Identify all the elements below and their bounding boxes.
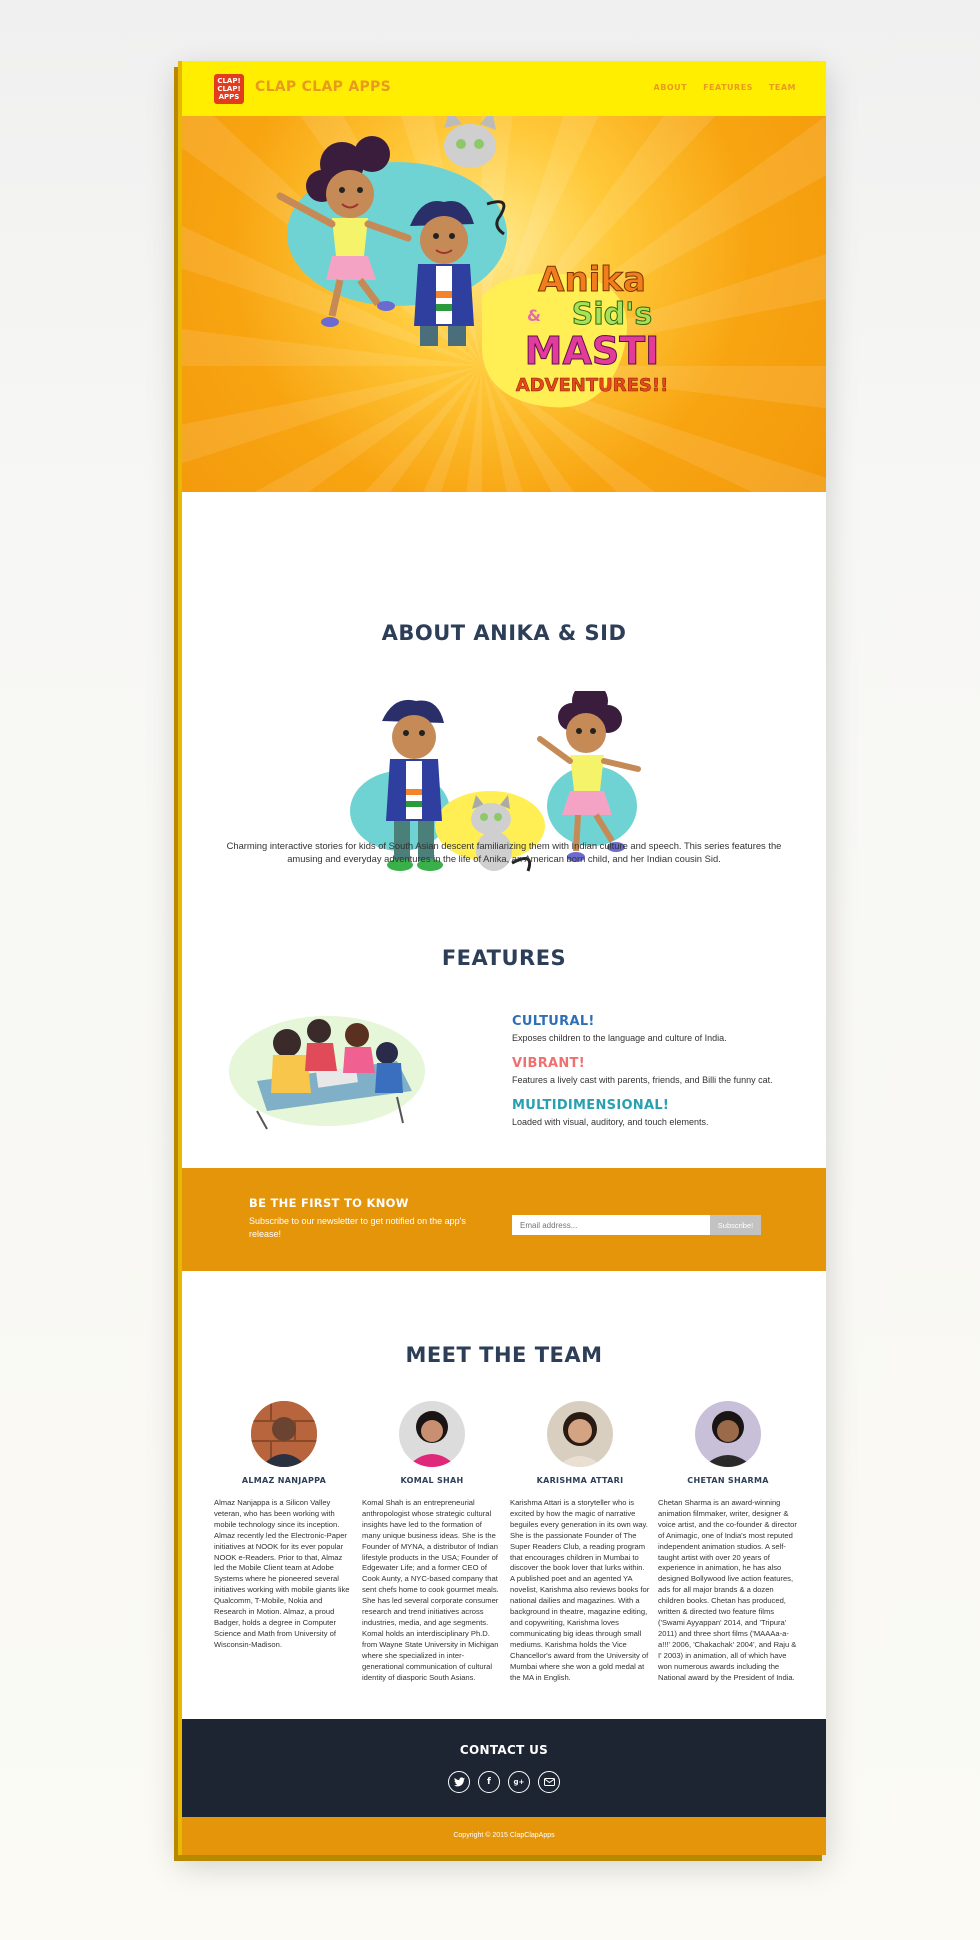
subscribe-button[interactable]: Subscribe! <box>710 1215 761 1235</box>
logo-text-line: CLAP! <box>217 77 241 85</box>
contact-title: CONTACT US <box>459 1743 549 1757</box>
hero-title-anika: Anika <box>538 260 646 300</box>
feature-item-cultural: CULTURAL! Exposes children to the langua… <box>512 1014 802 1043</box>
team-member-komal: KOMAL SHAH Komal Shah is an entrepreneur… <box>362 1401 502 1683</box>
hero-illustration: Anika & Sid's MASTI ADVENTURES!! <box>276 116 669 408</box>
feature-text: Exposes children to the language and cul… <box>512 1033 727 1043</box>
about-description: Charming interactive stories for kids of… <box>226 840 782 864</box>
team-member-almaz: ALMAZ NANJAPPA Almaz Nanjappa is a Silic… <box>214 1401 354 1651</box>
google-plus-icon[interactable]: g+ <box>508 1771 530 1793</box>
features-title: FEATURES <box>441 946 567 970</box>
feature-text: Features a lively cast with parents, fri… <box>512 1075 773 1085</box>
nav-link-about[interactable]: ABOUT <box>654 83 688 92</box>
newsletter-section: BE THE FIRST TO KNOW Subscribe to our ne… <box>182 1168 826 1271</box>
hero-title-sid: Sid's <box>572 297 652 332</box>
email-input[interactable] <box>512 1215 710 1235</box>
member-bio: Almaz Nanjappa is a Silicon Valley veter… <box>214 1498 350 1649</box>
avatar <box>695 1401 761 1467</box>
portrait-image <box>251 1401 317 1467</box>
brand-name[interactable]: CLAP CLAP APPS <box>255 79 391 95</box>
copyright: Copyright © 2015 ClapClapApps <box>182 1817 826 1855</box>
sid-character <box>410 200 474 346</box>
feature-title: CULTURAL! <box>512 1014 595 1029</box>
member-name: ALMAZ NANJAPPA <box>241 1476 327 1485</box>
portrait-image <box>547 1401 613 1467</box>
contact-section: CONTACT US f g+ <box>182 1719 826 1817</box>
nav-link-features[interactable]: FEATURES <box>703 83 753 92</box>
navbar: CLAP! CLAP! APPS CLAP CLAP APPS ABOUT FE… <box>182 61 826 116</box>
portrait-image <box>399 1401 465 1467</box>
logo[interactable]: CLAP! CLAP! APPS <box>214 74 244 104</box>
avatar <box>251 1401 317 1467</box>
hero-title-adventures: ADVENTURES!! <box>516 375 669 396</box>
features-illustration <box>229 1016 425 1130</box>
member-name: CHETAN SHARMA <box>687 1476 769 1485</box>
logo-text-line: CLAP! <box>217 85 241 93</box>
social-links: f g+ <box>182 1771 826 1793</box>
member-bio: Karishma Attari is a storyteller who is … <box>510 1498 650 1682</box>
member-bio: Komal Shah is an entrepreneurial anthrop… <box>362 1498 499 1682</box>
team-title: MEET THE TEAM <box>405 1343 603 1367</box>
avatar <box>547 1401 613 1467</box>
feature-item-vibrant: VIBRANT! Features a lively cast with par… <box>512 1056 802 1085</box>
facebook-icon[interactable]: f <box>478 1771 500 1793</box>
newsletter-subtext: Subscribe to our newsletter to get notif… <box>249 1216 466 1239</box>
member-bio: Chetan Sharma is an award-winning animat… <box>658 1498 797 1682</box>
team-member-chetan: CHETAN SHARMA Chetan Sharma is an award-… <box>658 1401 798 1683</box>
member-name: KARISHMA ATTARI <box>536 1476 624 1485</box>
member-name: KOMAL SHAH <box>400 1476 464 1485</box>
hero-title-masti: MASTI <box>525 329 660 373</box>
newsletter-heading: BE THE FIRST TO KNOW <box>249 1196 409 1210</box>
nav-links: ABOUT FEATURES TEAM <box>654 83 796 92</box>
nav-link-team[interactable]: TEAM <box>769 83 796 92</box>
features-list: CULTURAL! Exposes children to the langua… <box>512 1014 802 1140</box>
portrait-image <box>695 1401 761 1467</box>
hero-banner: Anika & Sid's MASTI ADVENTURES!! <box>182 116 826 492</box>
twitter-icon[interactable] <box>448 1771 470 1793</box>
hero-title-amp: & <box>527 306 541 325</box>
page-frame: CLAP! CLAP! APPS CLAP CLAP APPS ABOUT FE… <box>178 61 826 1855</box>
about-title: ABOUT ANIKA & SID <box>381 621 627 645</box>
feature-title: VIBRANT! <box>512 1056 585 1071</box>
avatar <box>399 1401 465 1467</box>
team-section: ALMAZ NANJAPPA Almaz Nanjappa is a Silic… <box>182 1401 826 1721</box>
logo-text-line: APPS <box>218 93 240 101</box>
email-icon[interactable] <box>538 1771 560 1793</box>
feature-item-multidimensional: MULTIDIMENSIONAL! Loaded with visual, au… <box>512 1098 802 1127</box>
team-member-karishma: KARISHMA ATTARI Karishma Attari is a sto… <box>510 1401 650 1683</box>
feature-text: Loaded with visual, auditory, and touch … <box>512 1117 709 1127</box>
feature-title: MULTIDIMENSIONAL! <box>512 1098 670 1113</box>
